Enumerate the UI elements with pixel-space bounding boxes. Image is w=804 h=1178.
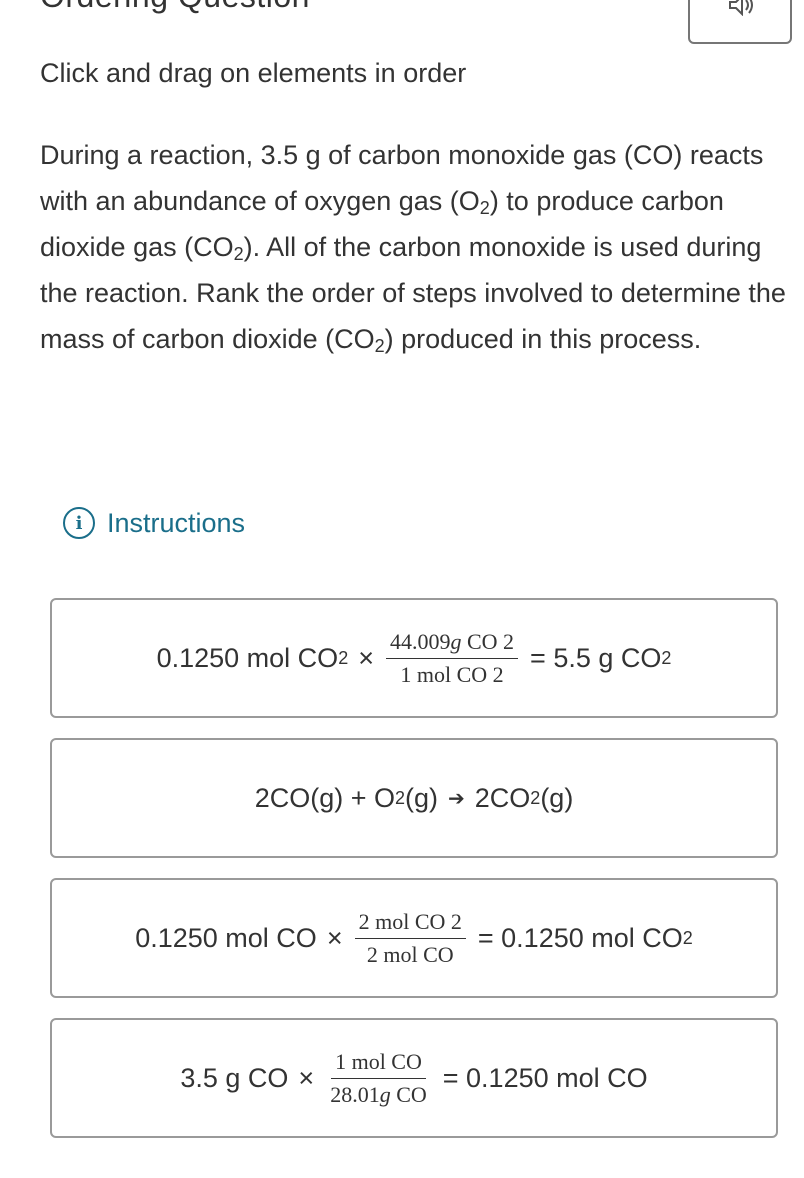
fraction-denominator: 1 mol CO 2 — [400, 661, 504, 687]
step-rhs: = 0.1250 mol CO — [477, 922, 683, 953]
fraction-numerator: 44.009g CO 2 — [385, 629, 519, 659]
audio-button[interactable] — [688, 0, 792, 44]
conversion-fraction: 2 mol CO 2 2 mol CO — [354, 909, 466, 967]
step-expression: 3.5 g CO × 1 mol CO 28.01g CO = 0.1250 m… — [180, 1049, 647, 1107]
fraction-numerator: 1 mol CO — [331, 1049, 426, 1079]
prompt-sub-3: 2 — [374, 336, 385, 356]
equation-state: (g) — [405, 782, 438, 813]
question-prompt: During a reaction, 3.5 g of carbon monox… — [40, 132, 790, 362]
draggable-step-card[interactable]: 0.1250 mol CO 2 × 44.009g CO 2 1 mol CO 2… — [50, 598, 778, 718]
instructions-link[interactable]: i Instructions — [63, 507, 245, 539]
equation-reactants: 2CO(g) + O — [254, 782, 395, 813]
instructions-label: Instructions — [107, 507, 246, 538]
balanced-equation: 2CO(g) + O 2 (g) ➔ 2CO 2 (g) — [254, 782, 574, 813]
step-rhs: = 5.5 g CO — [530, 642, 662, 673]
question-subtitle: Click and drag on elements in order — [40, 58, 467, 88]
times-sign: × — [298, 1062, 315, 1093]
times-sign: × — [326, 922, 343, 953]
step-rhs: = 0.1250 mol CO — [442, 1062, 648, 1093]
fraction-denominator: 28.01g CO — [330, 1081, 427, 1107]
conversion-fraction: 1 mol CO 28.01g CO — [326, 1049, 431, 1107]
times-sign: × — [358, 642, 374, 673]
equation-state: (g) — [540, 782, 574, 813]
step-lhs: 3.5 g CO — [180, 1062, 289, 1093]
reaction-arrow-icon: ➔ — [448, 787, 465, 810]
step-expression: 0.1250 mol CO × 2 mol CO 2 2 mol CO = 0.… — [135, 909, 693, 967]
fraction-denominator: 2 mol CO — [366, 941, 454, 967]
draggable-step-card[interactable]: 3.5 g CO × 1 mol CO 28.01g CO = 0.1250 m… — [50, 1018, 778, 1138]
info-icon: i — [63, 507, 95, 539]
step-lhs: 0.1250 mol CO — [156, 642, 339, 673]
prompt-text-4: ) produced in this process. — [384, 324, 702, 354]
prompt-sub-1: 2 — [479, 198, 490, 218]
prompt-sub-2: 2 — [233, 244, 244, 264]
page: Ordering Question Click and drag on elem… — [0, 0, 804, 1178]
step-lhs: 0.1250 mol CO — [135, 922, 317, 953]
step-expression: 0.1250 mol CO 2 × 44.009g CO 2 1 mol CO 2… — [156, 629, 672, 687]
speaker-icon — [729, 0, 753, 16]
draggable-step-card[interactable]: 0.1250 mol CO × 2 mol CO 2 2 mol CO = 0.… — [50, 878, 778, 998]
fraction-numerator: 2 mol CO 2 — [354, 909, 466, 939]
ordering-cards: 0.1250 mol CO 2 × 44.009g CO 2 1 mol CO 2… — [50, 598, 778, 1158]
equation-product: 2CO — [474, 782, 531, 813]
conversion-fraction: 44.009g CO 2 1 mol CO 2 — [385, 629, 519, 687]
draggable-step-card[interactable]: 2CO(g) + O 2 (g) ➔ 2CO 2 (g) — [50, 738, 778, 858]
page-title: Ordering Question — [40, 0, 310, 15]
